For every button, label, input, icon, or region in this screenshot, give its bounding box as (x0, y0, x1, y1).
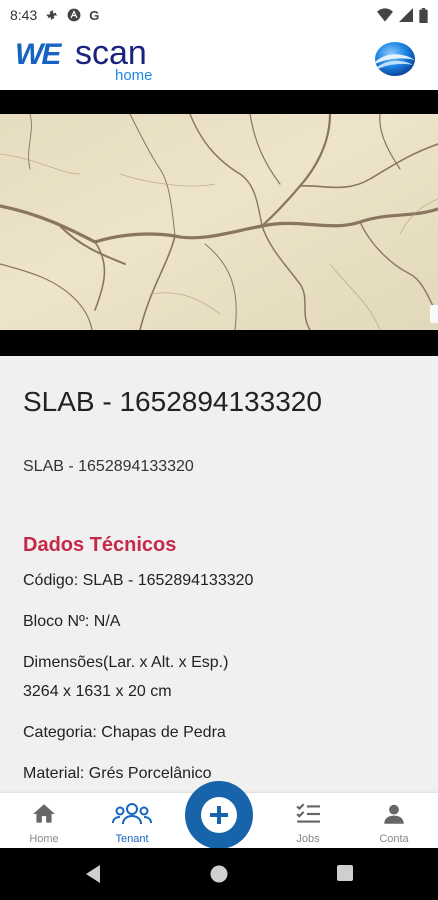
a-circle-icon (67, 8, 81, 22)
wifi-icon (377, 8, 393, 22)
nav-home[interactable]: Home (0, 793, 88, 848)
slab-subtitle: SLAB - 1652894133320 (23, 458, 194, 475)
spec-material: Material: Grés Porcelânico (23, 765, 212, 782)
wescan-home-logo[interactable]: WE scan home (15, 34, 175, 86)
nav-tenant[interactable]: Tenant (88, 793, 176, 848)
spec-codigo: Código: SLAB - 1652894133320 (23, 572, 254, 589)
status-bar: 8:43 G (0, 0, 438, 30)
logo-home: home (115, 67, 153, 84)
slab-title: SLAB - 1652894133320 (23, 386, 322, 417)
spec-dimensoes-value: 3264 x 1631 x 20 cm (23, 683, 172, 700)
people-icon (112, 803, 152, 825)
recents-icon[interactable] (336, 864, 354, 882)
system-nav-bar (0, 848, 438, 900)
nav-home-label: Home (29, 833, 59, 845)
app-header: WE scan home (0, 30, 438, 90)
battery-icon (419, 7, 428, 23)
plus-icon (201, 797, 237, 833)
home-icon (33, 804, 55, 823)
slab-marble-image[interactable] (0, 114, 438, 330)
spec-dimensoes-label: Dimensões(Lar. x Alt. x Esp.) (23, 654, 229, 671)
nav-conta-label: Conta (379, 833, 409, 845)
dados-tecnicos-title: Dados Técnicos (23, 534, 177, 556)
image-pager-handle[interactable] (430, 305, 438, 323)
g-icon: G (89, 7, 100, 23)
nav-tenant-label: Tenant (115, 833, 149, 845)
signal-icon (399, 8, 413, 22)
slab-photo-frame (0, 90, 438, 356)
person-icon (384, 804, 404, 824)
add-fab-button[interactable] (185, 781, 253, 849)
logo-we: WE (15, 38, 61, 71)
checklist-icon (296, 803, 320, 823)
nav-jobs-label: Jobs (296, 833, 320, 845)
slab-detail-content[interactable]: SLAB - 1652894133320 SLAB - 165289413332… (0, 356, 438, 793)
spec-categoria: Categoria: Chapas de Pedra (23, 724, 226, 741)
nav-conta[interactable]: Conta (350, 793, 438, 848)
back-icon[interactable] (84, 864, 102, 884)
nav-jobs[interactable]: Jobs (264, 793, 352, 848)
gear-icon (47, 10, 58, 20)
brand-orb-icon[interactable] (372, 40, 418, 78)
status-time: 8:43 (10, 7, 38, 23)
home-circle-icon[interactable] (209, 864, 229, 884)
spec-bloco: Bloco Nº: N/A (23, 613, 121, 630)
